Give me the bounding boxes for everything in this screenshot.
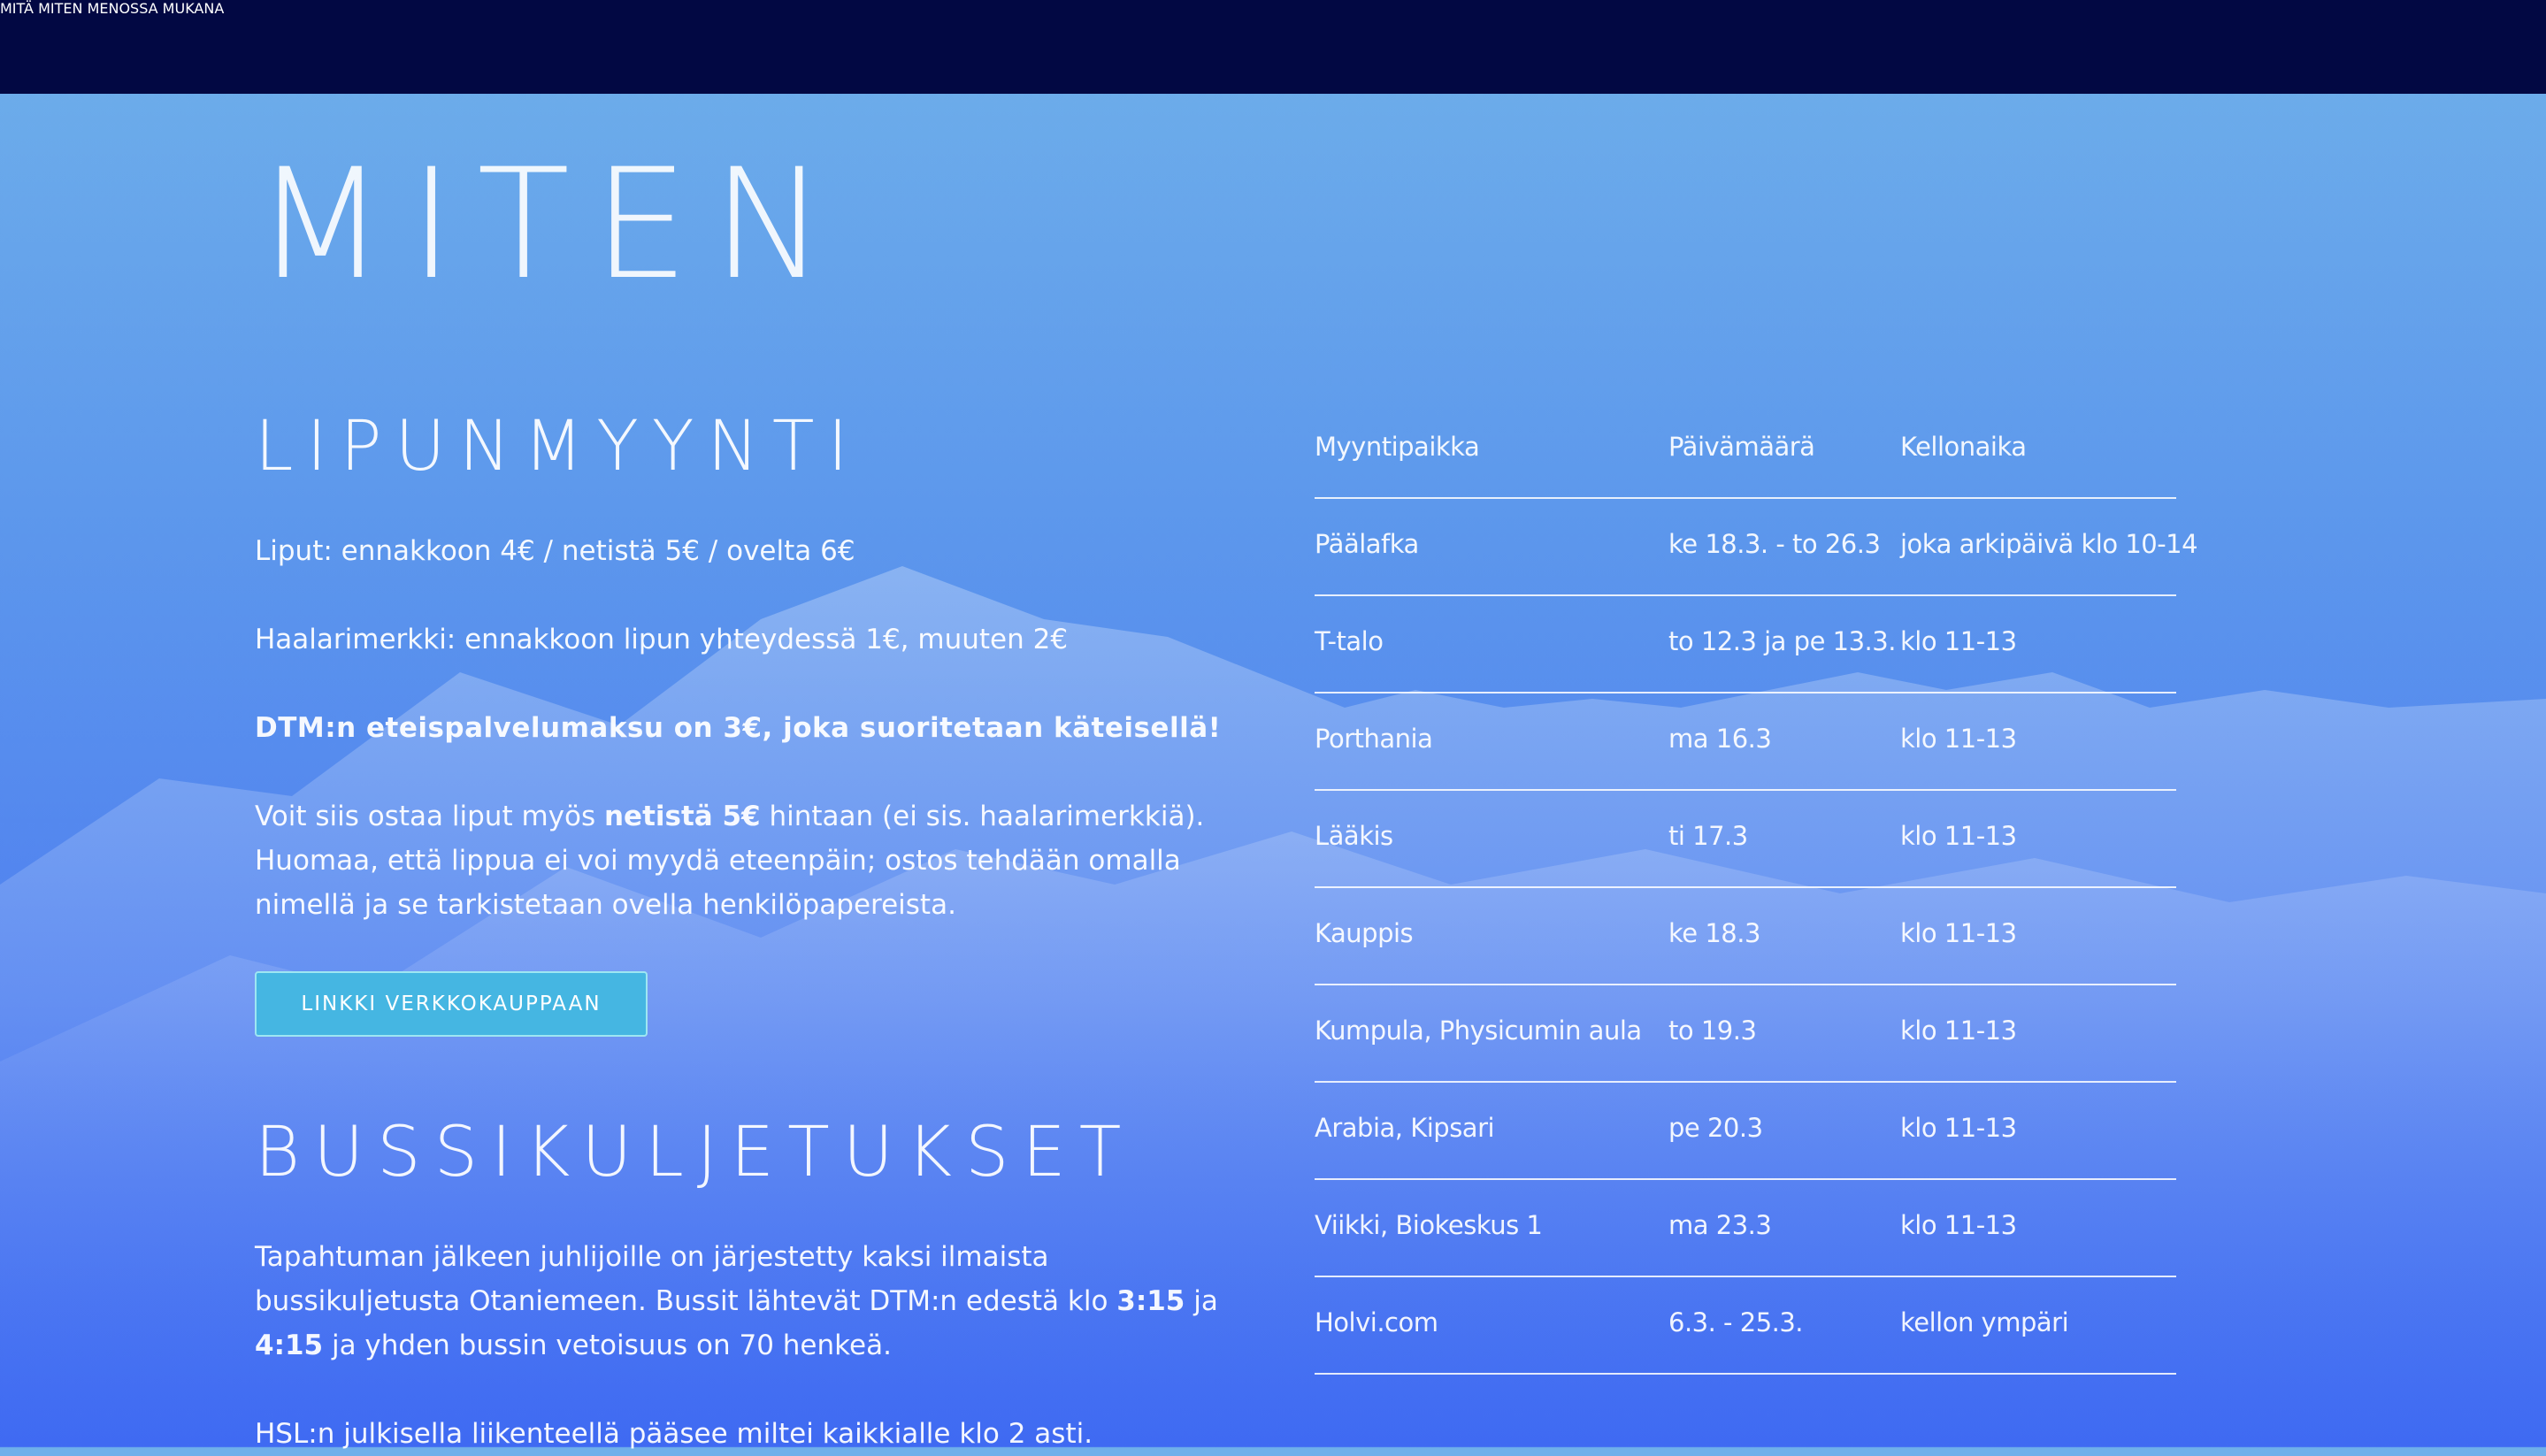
bus-info-mid: ja	[1185, 1285, 1218, 1317]
header-sales-location: Myyntipaikka	[1315, 432, 1480, 462]
sales-time: klo 11-13	[1900, 1210, 2017, 1240]
ticket-prices-text: Liput: ennakkoon 4€ / netistä 5€ / ovelt…	[255, 535, 855, 567]
table-row: Porthania ma 16.3 klo 11-13	[1315, 694, 2176, 791]
table-header-row: Myyntipaikka Päivämäärä Kellonaika	[1315, 423, 2176, 499]
table-row: Viikki, Biokeskus 1 ma 23.3 klo 11-13	[1315, 1180, 2176, 1277]
sales-time: klo 11-13	[1900, 724, 2017, 754]
sales-location: Kumpula, Physicumin aula	[1315, 1015, 1642, 1046]
sales-date: ma 16.3	[1668, 724, 1772, 754]
sales-time: joka arkipäivä klo 10-14	[1900, 529, 2198, 559]
bus-time-second: 4:15	[255, 1330, 324, 1361]
sales-date: ma 23.3	[1668, 1210, 1772, 1240]
sales-date: to 12.3 ja pe 13.3.	[1668, 626, 1896, 656]
sales-location: Kauppis	[1315, 918, 1414, 948]
bus-time-first: 3:15	[1116, 1285, 1185, 1317]
sales-time: klo 11-13	[1900, 918, 2017, 948]
overall-badge-text: Haalarimerkki: ennakkoon lipun yhteydess…	[255, 624, 1069, 655]
sales-time: klo 11-13	[1900, 626, 2017, 656]
online-ticket-text-before: Voit siis ostaa liput myös	[255, 801, 604, 832]
nav-link-mita[interactable]: MITÄ	[0, 0, 34, 17]
bus-info-text: Tapahtuman jälkeen juhlijoille on järjes…	[255, 1235, 1246, 1368]
entrance-fee-text: DTM:n eteispalvelumaksu on 3€, joka suor…	[255, 706, 1246, 750]
sales-location: Päälafka	[1315, 529, 1419, 559]
sales-date: 6.3. - 25.3.	[1668, 1307, 1804, 1337]
sales-location: Holvi.com	[1315, 1307, 1438, 1337]
bus-info-before: Tapahtuman jälkeen juhlijoille on järjes…	[255, 1241, 1117, 1317]
table-row: Päälafka ke 18.3. - to 26.3 joka arkipäi…	[1315, 499, 2198, 596]
table-row: Arabia, Kipsari pe 20.3 klo 11-13	[1315, 1083, 2176, 1180]
sales-date: ke 18.3. - to 26.3	[1668, 529, 1881, 559]
ticket-sales-heading: LIPUNMYYNTI	[255, 407, 862, 487]
sales-location: Arabia, Kipsari	[1315, 1113, 1495, 1143]
nav-link-menossa-mukana[interactable]: MENOSSA MUKANA	[88, 0, 225, 17]
sales-time: klo 11-13	[1900, 1113, 2017, 1143]
sales-date: ti 17.3	[1668, 821, 1748, 851]
ticket-sales-table: Myyntipaikka Päivämäärä Kellonaika Pääla…	[1315, 423, 2198, 1375]
sales-time: kellon ympäri	[1900, 1307, 2069, 1337]
main-content: MITEN LIPUNMYYNTI Liput: ennakkoon 4€ / …	[0, 0, 2546, 1450]
sales-location: Porthania	[1315, 724, 1433, 754]
table-row: Holvi.com 6.3. - 25.3. kellon ympäri	[1315, 1277, 2176, 1375]
header-date: Päivämäärä	[1668, 432, 1815, 462]
bus-transport-heading: BUSSIKULJETUKSET	[255, 1113, 1135, 1192]
table-row: Lääkis ti 17.3 klo 11-13	[1315, 791, 2176, 888]
bus-info-after: ja yhden bussin vetoisuus on 70 henkeä.	[323, 1330, 892, 1361]
top-navigation-bar: MITÄ MITEN MENOSSA MUKANA	[0, 0, 2546, 94]
hsl-info-text: HSL:n julkisella liikenteellä pääsee mil…	[255, 1418, 1093, 1450]
sales-date: ke 18.3	[1668, 918, 1760, 948]
entrance-fee-label: DTM:n eteispalvelumaksu on 3€, joka suor…	[255, 712, 1222, 744]
online-ticket-text: Voit siis ostaa liput myös netistä 5€ hi…	[255, 794, 1246, 927]
sales-date: to 19.3	[1668, 1015, 1757, 1046]
table-row: Kumpula, Physicumin aula to 19.3 klo 11-…	[1315, 985, 2176, 1083]
nav-link-miten[interactable]: MITEN	[38, 0, 82, 17]
sales-location: Viikki, Biokeskus 1	[1315, 1210, 1543, 1240]
page-title: MITEN	[255, 135, 849, 313]
table-row: Kauppis ke 18.3 klo 11-13	[1315, 888, 2176, 985]
sales-time: klo 11-13	[1900, 821, 2017, 851]
sales-time: klo 11-13	[1900, 1015, 2017, 1046]
sales-location: Lääkis	[1315, 821, 1393, 851]
header-time: Kellonaika	[1900, 432, 2027, 462]
sales-location: T-talo	[1315, 626, 1384, 656]
online-price-highlight: netistä 5€	[603, 801, 761, 832]
table-row: T-talo to 12.3 ja pe 13.3. klo 11-13	[1315, 596, 2176, 694]
sales-date: pe 20.3	[1668, 1113, 1763, 1143]
webshop-link-button[interactable]: LINKKI VERKKOKAUPPAAN	[255, 971, 648, 1037]
